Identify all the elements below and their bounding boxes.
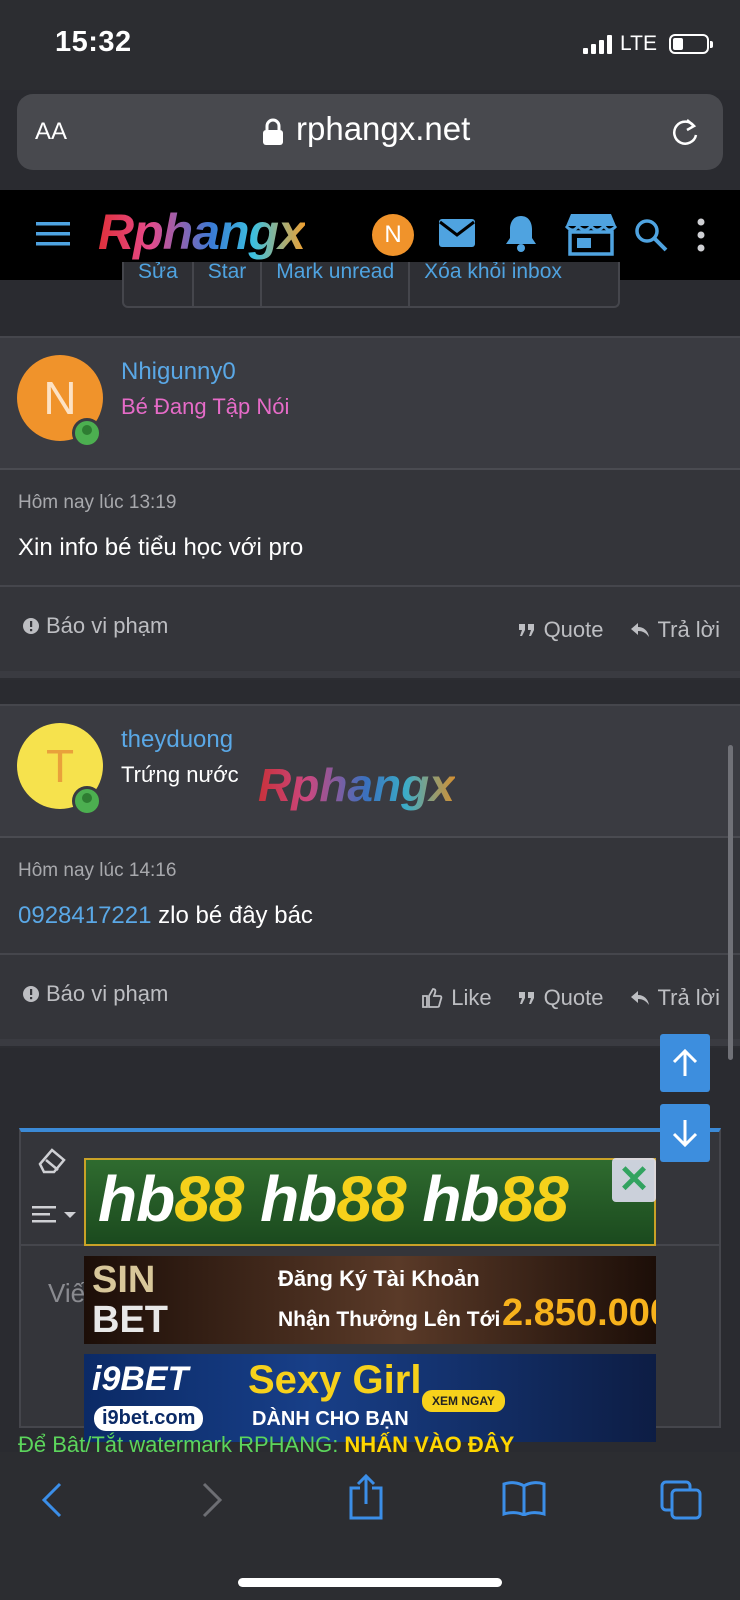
scrollbar[interactable] — [728, 745, 733, 1060]
ad-i9bet-brand: i9BET — [92, 1360, 189, 1398]
bell-icon[interactable] — [504, 214, 538, 252]
reply-icon — [630, 991, 649, 1005]
post-actions: Like Quote Trả lời — [421, 985, 720, 1011]
post-actions: Quote Trả lời — [518, 617, 720, 643]
post-header: T theyduong Trứng nước Rphangx — [0, 706, 740, 838]
store-icon[interactable] — [565, 212, 617, 256]
ad-hb88-text: hb88 hb88 hb88 — [98, 1163, 569, 1235]
post-time[interactable]: Hôm nay lúc 14:16 — [18, 860, 176, 882]
ad-sinbet-line2: Nhận Thưởng Lên Tới — [278, 1308, 501, 1331]
mark-unread-button[interactable]: Mark unread — [262, 262, 411, 306]
reply-label: Trả lời — [657, 617, 721, 642]
ad-banner-i9bet[interactable]: i9BET i9bet.com Sexy Girl DÀNH CHO BẠN X… — [84, 1354, 656, 1442]
close-ad-button[interactable]: ✕ — [612, 1158, 656, 1202]
battery-icon — [668, 34, 713, 54]
reply-icon — [630, 623, 649, 637]
quote-button[interactable]: Quote — [518, 985, 604, 1011]
site-logo[interactable]: Rphangx — [98, 203, 306, 261]
ad-i9bet-cta: XEM NGAY — [422, 1390, 505, 1412]
menu-icon[interactable] — [36, 220, 70, 248]
post-header: N Nhigunny0 Bé Đang Tập Nói — [0, 338, 740, 470]
post-footer: Báo vi phạm Quote Trả lời — [0, 587, 740, 671]
message-post: N Nhigunny0 Bé Đang Tập Nói Hôm nay lúc … — [0, 336, 740, 680]
thumbs-up-icon — [422, 988, 443, 1008]
ad-i9bet-sub: DÀNH CHO BẠN — [252, 1408, 409, 1430]
share-icon[interactable] — [348, 1474, 384, 1520]
online-status-icon — [72, 786, 102, 816]
remove-inbox-button[interactable]: Xóa khỏi inbox — [410, 262, 576, 306]
editor-placeholder[interactable]: Viế — [48, 1278, 85, 1309]
ad-sinbet-line1: Đăng Ký Tài Khoản — [278, 1266, 480, 1291]
scroll-bottom-button[interactable] — [660, 1104, 710, 1162]
post-body: Hôm nay lúc 14:16 0928417221 zlo bé đây … — [0, 838, 740, 955]
post-text-rest: zlo bé đây bác — [151, 902, 313, 929]
alert-icon — [23, 986, 39, 1002]
alert-icon — [23, 618, 39, 634]
post-text: 0928417221 zlo bé đây bác — [18, 902, 313, 930]
signal-icon — [583, 34, 612, 54]
user-avatar[interactable]: N — [372, 214, 414, 256]
quote-icon — [518, 624, 534, 636]
ad-banner-hb88[interactable]: hb88 hb88 hb88 — [84, 1158, 656, 1246]
post-body: Hôm nay lúc 13:19 Xin info bé tiểu học v… — [0, 470, 740, 587]
conversation-actions: Sửa Star Mark unread Xóa khỏi inbox — [122, 262, 620, 308]
edit-button[interactable]: Sửa — [124, 262, 194, 306]
network-status: LTE — [583, 32, 713, 56]
post-footer: Báo vi phạm Like Quote Trả lời — [0, 955, 740, 1039]
quote-icon — [518, 992, 534, 1004]
quote-label: Quote — [543, 985, 604, 1010]
search-icon[interactable] — [634, 218, 668, 252]
home-indicator[interactable] — [238, 1578, 502, 1587]
reply-button[interactable]: Trả lời — [630, 617, 721, 643]
reply-button[interactable]: Trả lời — [630, 985, 721, 1011]
mail-icon[interactable] — [438, 218, 476, 248]
phone-link[interactable]: 0928417221 — [18, 902, 151, 929]
ad-i9bet-title: Sexy Girl — [248, 1358, 422, 1402]
message-post: T theyduong Trứng nước Rphangx Hôm nay l… — [0, 704, 740, 1048]
status-time: 15:32 — [55, 26, 132, 58]
username[interactable]: Nhigunny0 — [121, 358, 236, 386]
text-size-button[interactable]: AA — [35, 118, 67, 146]
quote-button[interactable]: Quote — [518, 617, 604, 643]
like-label: Like — [451, 985, 492, 1010]
report-button[interactable]: Báo vi phạm — [22, 613, 168, 639]
report-button[interactable]: Báo vi phạm — [22, 981, 168, 1007]
report-label: Báo vi phạm — [46, 981, 169, 1006]
align-icon[interactable] — [32, 1204, 78, 1228]
post-time[interactable]: Hôm nay lúc 13:19 — [18, 492, 176, 514]
watermark-logo: Rphangx — [258, 759, 455, 811]
user-title: Trứng nước — [121, 762, 239, 787]
reload-icon[interactable] — [670, 116, 700, 148]
lock-icon — [263, 118, 283, 145]
ad-sinbet-logo: SIN BET — [92, 1259, 168, 1341]
arrow-up-icon — [672, 1048, 698, 1076]
text-size-label: AA — [35, 118, 68, 145]
url-text[interactable]: rphangx.net — [296, 110, 470, 148]
scroll-top-button[interactable] — [660, 1034, 710, 1092]
more-options-icon[interactable] — [696, 218, 706, 252]
tabs-icon[interactable] — [660, 1480, 702, 1520]
quote-label: Quote — [543, 617, 604, 642]
bookmarks-icon[interactable] — [502, 1480, 546, 1516]
post-text: Xin info bé tiểu học với pro — [18, 534, 304, 561]
reply-label: Trả lời — [657, 985, 721, 1010]
report-label: Báo vi phạm — [46, 613, 169, 638]
online-status-icon — [72, 418, 102, 448]
arrow-down-icon — [672, 1120, 698, 1148]
ad-i9bet-domain: i9bet.com — [94, 1406, 204, 1431]
username[interactable]: theyduong — [121, 726, 233, 754]
like-button[interactable]: Like — [421, 985, 492, 1011]
user-title: Bé Đang Tập Nói — [121, 394, 290, 419]
ad-sinbet-amount: 2.850.000 — [502, 1292, 656, 1334]
ad-banner-sinbet[interactable]: SIN BET Đăng Ký Tài Khoản Nhận Thưởng Lên… — [84, 1256, 656, 1344]
eraser-icon[interactable] — [36, 1146, 68, 1174]
star-button[interactable]: Star — [194, 262, 263, 306]
network-type: LTE — [620, 32, 657, 55]
forward-icon[interactable] — [200, 1482, 224, 1518]
back-icon[interactable] — [40, 1482, 64, 1518]
